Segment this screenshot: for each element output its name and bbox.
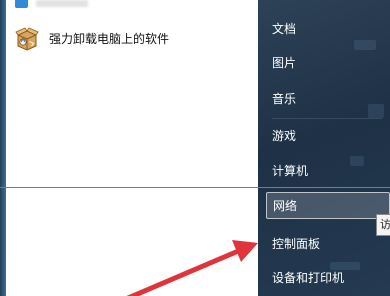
- nav-item-network[interactable]: 网络: [266, 192, 390, 219]
- nav-item-label: 图片: [272, 55, 297, 70]
- nav-item-label: 音乐: [272, 91, 297, 106]
- nav-item-control-panel[interactable]: 控制面板: [258, 229, 390, 257]
- nav-item-games[interactable]: 游戏: [258, 121, 390, 149]
- program-item-uninstaller[interactable]: 强力卸载电脑上的软件: [10, 24, 210, 52]
- nav-item-label: 计算机: [272, 163, 309, 178]
- blurred-program-label: [36, 0, 88, 7]
- nav-item-pictures[interactable]: 图片: [258, 48, 390, 76]
- uninstall-box-icon: [14, 25, 40, 51]
- tooltip-text: 访: [380, 218, 390, 231]
- program-item-label: 强力卸载电脑上的软件: [49, 31, 170, 46]
- nav-item-label: 网络: [273, 199, 298, 213]
- blurred-program-item[interactable]: [14, 0, 88, 9]
- panel-left-edge: [0, 0, 6, 296]
- nav-item-music[interactable]: 音乐: [258, 84, 390, 112]
- nav-item-documents[interactable]: 文档: [258, 14, 390, 42]
- nav-item-label: 文档: [272, 21, 297, 36]
- annotation-guide-line: [0, 187, 390, 188]
- program-icon: [15, 0, 28, 8]
- start-menu-nav-panel: 文档 图片 音乐 游戏 计算机 网络 控制面板 设备和打印机: [258, 0, 390, 296]
- nav-item-computer[interactable]: 计算机: [258, 156, 390, 184]
- nav-divider: [272, 118, 382, 119]
- nav-item-label: 控制面板: [272, 236, 321, 251]
- tooltip: 访: [376, 214, 390, 236]
- nav-item-devices-printers[interactable]: 设备和打印机: [258, 263, 390, 291]
- program-list-panel: 强力卸载电脑上的软件: [0, 0, 258, 296]
- nav-item-label: 设备和打印机: [272, 270, 345, 285]
- nav-item-label: 游戏: [272, 128, 297, 143]
